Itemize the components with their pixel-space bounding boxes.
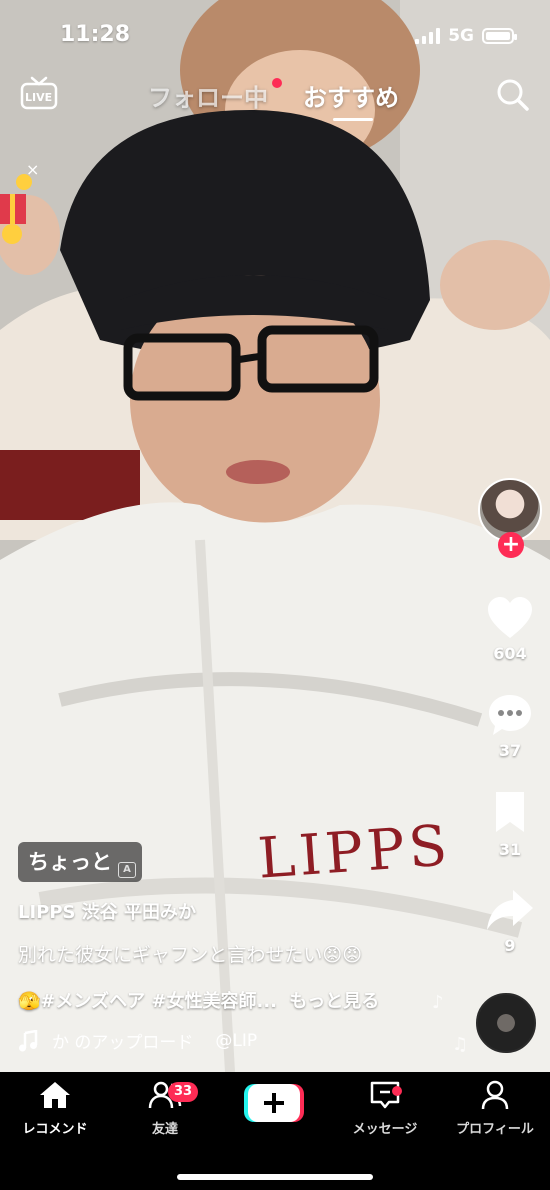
profile-icon [481,1080,509,1110]
comment-button[interactable]: 37 [470,693,550,760]
gift-widget[interactable]: × [0,160,40,250]
follow-plus-button[interactable]: + [498,532,524,558]
nav-messages-label: メッセージ [352,1122,418,1137]
status-time: 11:28 [60,22,131,47]
hashtags[interactable]: 🫣#メンズヘア #女性美容師... もっと見る [18,987,379,1013]
live-button[interactable]: LIVE [20,76,58,110]
status-indicators: 5G [415,26,517,46]
bookmark-button[interactable]: 31 [470,790,550,859]
cape-print-text: LIPPS [255,813,454,892]
creator-avatar[interactable]: + [478,478,546,568]
friends-badge: 33 [168,1082,198,1102]
network-label: 5G [448,26,474,46]
share-button[interactable]: 9 [470,888,550,955]
translate-icon: A [118,862,136,878]
nav-friends[interactable]: 33 友達 [110,1080,220,1137]
nav-messages[interactable]: メッセージ [330,1080,440,1137]
search-icon [497,79,529,111]
tab-for-you[interactable]: おすすめ [303,78,399,113]
messages-notification-dot [392,1086,402,1096]
home-icon [40,1082,70,1108]
music-note-icon [19,1029,38,1051]
plus-icon [244,1084,304,1122]
hashtag-text[interactable]: 🫣#メンズヘア #女性美容師... [18,991,277,1012]
search-button[interactable] [496,78,530,112]
floating-note-icon-2: ♫ [452,1034,469,1055]
nav-profile-label: プロフィール [456,1122,534,1137]
nav-friends-label: 友達 [151,1122,178,1137]
tab-following[interactable]: フォロー中 [148,78,268,113]
create-button[interactable] [244,1084,304,1122]
battery-icon [482,28,517,44]
share-arrow-icon [487,890,533,930]
nav-home-label: レコメンド [22,1122,88,1137]
author-name[interactable]: LIPPS 渋谷 平田みか [18,898,196,924]
status-bar: 11:28 5G [0,0,550,70]
bookmark-count: 31 [498,840,522,859]
bottom-nav: レコメンド 33 友達 メッセージ プロフィール [0,1072,550,1190]
home-indicator[interactable] [177,1174,373,1180]
share-count: 9 [504,936,516,955]
music-disc[interactable] [476,993,536,1053]
bookmark-icon [496,792,524,832]
comment-bubble-icon [489,695,531,735]
like-count: 604 [493,644,527,663]
music-row[interactable]: か のアップロード @LIP [18,1028,257,1053]
signal-icon [415,28,441,44]
gift-box-icon [0,174,32,244]
floating-note-icon: ♪ [432,992,444,1013]
top-nav: LIVE フォロー中 おすすめ [0,72,550,122]
live-label: LIVE [25,91,53,104]
like-button[interactable]: 604 [470,596,550,663]
active-tab-indicator [333,118,373,121]
following-notification-dot [272,78,282,88]
nav-profile[interactable]: プロフィール [440,1080,550,1137]
nav-home[interactable]: レコメンド [0,1080,110,1137]
video-description: 別れた彼女にギャフンと言わせたい😡😡 [18,944,362,966]
comment-count: 37 [498,741,522,760]
see-more-link[interactable]: もっと見る [289,991,379,1012]
effect-chip[interactable]: ちょっと A [18,842,142,882]
music-handle: @LIP [215,1030,258,1051]
effect-chip-label: ちょっと [28,850,112,874]
heart-icon [488,597,532,638]
music-title: か のアップロード [52,1033,194,1053]
